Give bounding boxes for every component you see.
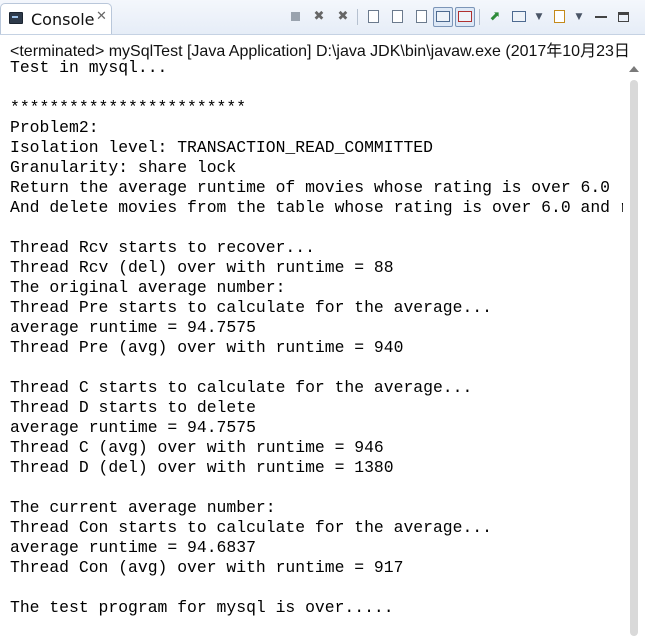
chevron-down-icon[interactable]: ▼	[529, 7, 549, 27]
console-line: The test program for mysql is over.....	[10, 598, 394, 617]
scrollbar-thumb[interactable]	[630, 80, 638, 636]
clear-console-icon[interactable]	[363, 7, 383, 27]
console-line: Thread Rcv starts to recover...	[10, 238, 315, 257]
console-line: average runtime = 94.7575	[10, 318, 256, 337]
word-wrap-icon[interactable]	[411, 7, 431, 27]
pin-console-icon[interactable]: ⬈	[485, 7, 505, 27]
console-line: average runtime = 94.6837	[10, 538, 256, 557]
console-line: Problem2:	[10, 118, 99, 137]
console-line: Thread D (del) over with runtime = 1380	[10, 458, 394, 477]
console-line: ************************	[10, 98, 247, 117]
chevron-down-icon[interactable]: ▼	[569, 7, 589, 27]
show-console-on-stderr-icon[interactable]	[455, 7, 475, 27]
show-console-on-stdout-icon[interactable]	[433, 7, 453, 27]
console-output[interactable]: Test in mysql... ***********************…	[0, 58, 623, 640]
terminate-icon[interactable]	[285, 7, 305, 27]
scroll-lock-icon[interactable]	[387, 7, 407, 27]
console-line: And delete movies from the table whose r…	[10, 198, 623, 217]
console-line: Thread Con (avg) over with runtime = 917	[10, 558, 404, 577]
scroll-up-icon[interactable]	[629, 66, 639, 72]
console-line: Thread D starts to delete	[10, 398, 256, 417]
tab-console-label: Console	[31, 10, 95, 29]
console-line: The original average number:	[10, 278, 286, 297]
tab-console[interactable]: Console ✕	[0, 3, 112, 34]
console-line: Thread Pre (avg) over with runtime = 940	[10, 338, 404, 357]
console-view-header: Console ✕ ✖ ✖ ⬈ ▼ ▼	[0, 0, 645, 35]
console-line: Thread Rcv (del) over with runtime = 88	[10, 258, 394, 277]
display-selected-console-icon[interactable]	[509, 7, 529, 27]
console-line: Return the average runtime of movies who…	[10, 178, 610, 197]
remove-launch-icon[interactable]: ✖	[309, 7, 329, 27]
console-line: Isolation level: TRANSACTION_READ_COMMIT…	[10, 138, 433, 157]
console-line: average runtime = 94.7575	[10, 418, 256, 437]
console-line: Granularity: share lock	[10, 158, 237, 177]
console-line: Thread Pre starts to calculate for the a…	[10, 298, 492, 317]
maximize-icon[interactable]	[613, 7, 633, 27]
console-line: Thread C (avg) over with runtime = 946	[10, 438, 384, 457]
vertical-scrollbar[interactable]	[623, 58, 645, 640]
remove-all-terminated-icon[interactable]: ✖	[333, 7, 353, 27]
close-icon[interactable]: ✕	[96, 9, 107, 24]
console-line: Thread Con starts to calculate for the a…	[10, 518, 492, 537]
console-line: Test in mysql...	[10, 58, 168, 77]
console-line: The current average number:	[10, 498, 276, 517]
console-line: Thread C starts to calculate for the ave…	[10, 378, 473, 397]
minimize-icon[interactable]	[591, 7, 611, 27]
console-icon	[9, 12, 23, 24]
open-console-icon[interactable]	[549, 7, 569, 27]
